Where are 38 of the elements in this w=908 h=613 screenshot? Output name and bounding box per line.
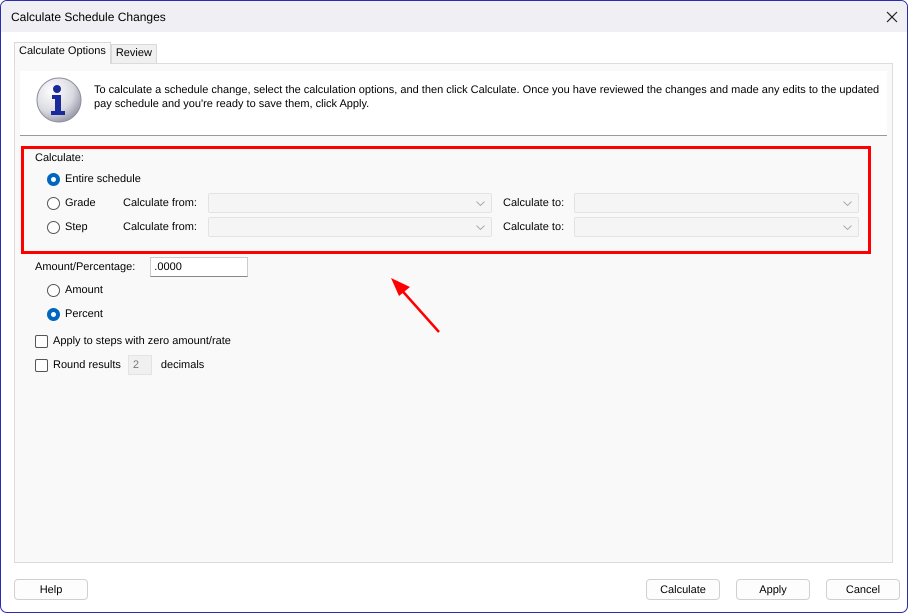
field-label: Amount/Percentage: — [35, 261, 136, 273]
number-field[interactable]: 2 — [128, 355, 152, 375]
checkbox[interactable] — [35, 334, 48, 348]
unit-label: decimals — [160, 359, 204, 371]
close-icon[interactable] — [885, 10, 899, 24]
tab[interactable]: Review — [110, 44, 157, 63]
field-label: Calculate from: — [123, 221, 198, 233]
radio-button[interactable] — [47, 220, 60, 234]
info-icon — [36, 77, 82, 123]
chevron-down-icon — [476, 224, 485, 230]
chevron-down-icon — [843, 200, 852, 206]
dialog-button[interactable]: Calculate — [646, 579, 720, 600]
field-label: Calculate to: — [503, 221, 566, 233]
field-label: Calculate from: — [123, 197, 198, 209]
amount-field[interactable]: .0000 — [150, 257, 248, 277]
window-title: Calculate Schedule Changes — [11, 10, 166, 24]
checkbox[interactable] — [35, 358, 48, 372]
radio-button[interactable] — [47, 308, 60, 320]
checkbox-label[interactable]: Apply to steps with zero amount/rate — [53, 335, 231, 347]
chevron-down-icon — [476, 200, 485, 206]
annotation-arrow — [391, 278, 440, 333]
checkbox-label[interactable]: Round results — [53, 359, 121, 371]
radio-button[interactable] — [47, 196, 60, 210]
field-label: Calculate to: — [503, 197, 566, 209]
radio-label[interactable]: Step — [65, 221, 88, 233]
tab[interactable]: Calculate Options — [14, 42, 111, 64]
radio-label[interactable]: Percent — [65, 308, 103, 320]
section-label: Calculate: — [35, 152, 85, 164]
chevron-down-icon — [843, 224, 852, 230]
info-text: To calculate a schedule change, select the calculation options, and then click Calculate. Once you have reviewed the changes and made any edits to the updated pay schedule and you're ready to save them, click Apply. — [94, 83, 880, 112]
dialog-button[interactable]: Cancel — [826, 579, 900, 600]
dialog-button[interactable]: Apply — [736, 579, 810, 600]
radio-button[interactable] — [47, 172, 60, 186]
help-button[interactable]: Help — [14, 579, 88, 600]
radio-label[interactable]: Grade — [65, 197, 96, 209]
radio-label[interactable]: Entire schedule — [65, 173, 141, 185]
radio-button[interactable] — [47, 284, 60, 296]
radio-label[interactable]: Amount — [65, 284, 103, 296]
